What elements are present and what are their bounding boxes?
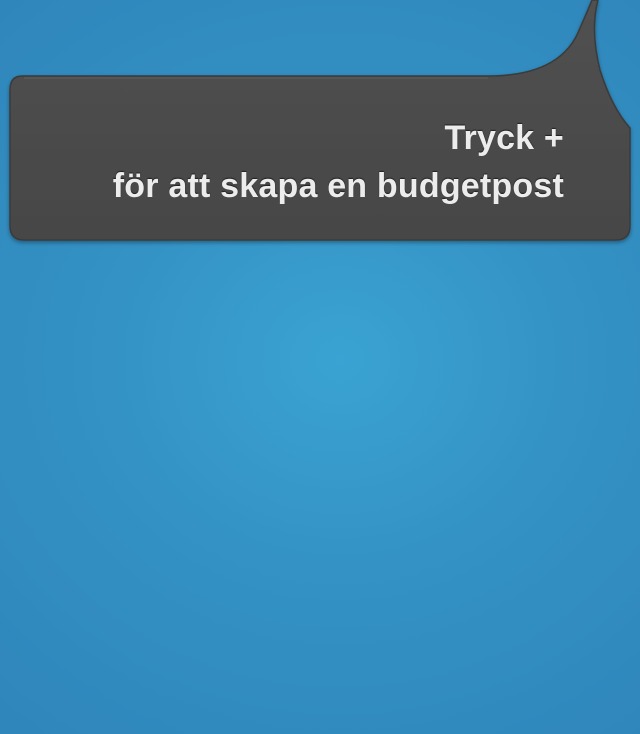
- hint-speech-bubble: Tryck + för att skapa en budgetpost: [0, 0, 640, 250]
- hint-message: Tryck + för att skapa en budgetpost: [4, 114, 564, 210]
- hint-line-2: för att skapa en budgetpost: [112, 167, 564, 205]
- hint-line-1: Tryck +: [444, 119, 564, 157]
- app-screen: Tryck + för att skapa en budgetpost: [0, 0, 640, 734]
